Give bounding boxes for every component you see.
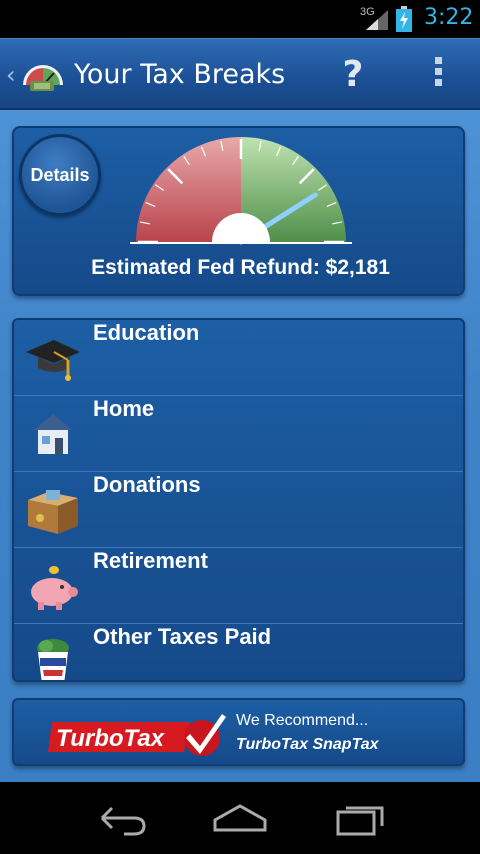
list-item-label: Donations <box>93 472 201 497</box>
promo-product-name: TurboTax SnapTax <box>236 736 379 753</box>
list-item-donations[interactable]: Donations <box>14 472 463 548</box>
chevron-left-icon[interactable]: ‹ <box>6 61 16 89</box>
list-item-label: Education <box>93 320 200 345</box>
svg-text:TurboTax: TurboTax <box>56 725 166 752</box>
status-bar: 3G 3:22 <box>0 0 480 38</box>
signal-icon <box>366 10 388 30</box>
system-nav-bar <box>0 782 480 854</box>
action-bar: ‹ Your Tax Breaks ? <box>0 38 480 110</box>
donation-box-icon <box>28 490 78 534</box>
list-item-label: Other Taxes Paid <box>93 624 272 649</box>
content-area: Details Estimated Fed Refund: $2,181 Edu… <box>0 110 480 782</box>
help-button[interactable]: ? <box>330 49 376 101</box>
list-item-other-taxes-paid[interactable]: Other Taxes Paid <box>14 624 463 680</box>
uncle-sam-hat-money-icon <box>37 639 69 680</box>
back-icon[interactable] <box>84 796 154 840</box>
refund-gauge-card: Details Estimated Fed Refund: $2,181 <box>12 126 465 296</box>
overflow-menu-icon[interactable] <box>424 57 452 93</box>
recent-apps-icon[interactable] <box>326 796 396 840</box>
list-item-retirement[interactable]: Retirement <box>14 548 463 624</box>
list-item-education[interactable]: Education <box>14 320 463 396</box>
home-icon[interactable] <box>205 796 275 840</box>
refund-gauge <box>130 137 352 245</box>
clock: 3:22 <box>424 5 474 30</box>
tax-break-list: Education Home Donations Retirement Othe… <box>12 318 465 682</box>
details-button[interactable]: Details <box>19 134 101 216</box>
list-item-label: Home <box>93 396 155 421</box>
promo-recommend-text: We Recommend... <box>236 712 369 729</box>
list-item-home[interactable]: Home <box>14 396 463 472</box>
page-title: Your Tax Breaks <box>74 59 286 90</box>
piggy-bank-icon <box>31 566 78 610</box>
turbotax-logo: TurboTax <box>48 714 226 756</box>
estimated-refund: Estimated Fed Refund: $2,181 <box>91 256 390 279</box>
house-icon <box>34 414 72 454</box>
tax-gauge-logo-icon[interactable] <box>20 53 66 93</box>
turbotax-promo-banner[interactable]: TurboTax We Recommend... TurboTax SnapTa… <box>12 698 465 766</box>
battery-charging-icon <box>396 6 412 32</box>
list-item-label: Retirement <box>93 548 208 573</box>
graduation-cap-icon <box>26 340 80 381</box>
